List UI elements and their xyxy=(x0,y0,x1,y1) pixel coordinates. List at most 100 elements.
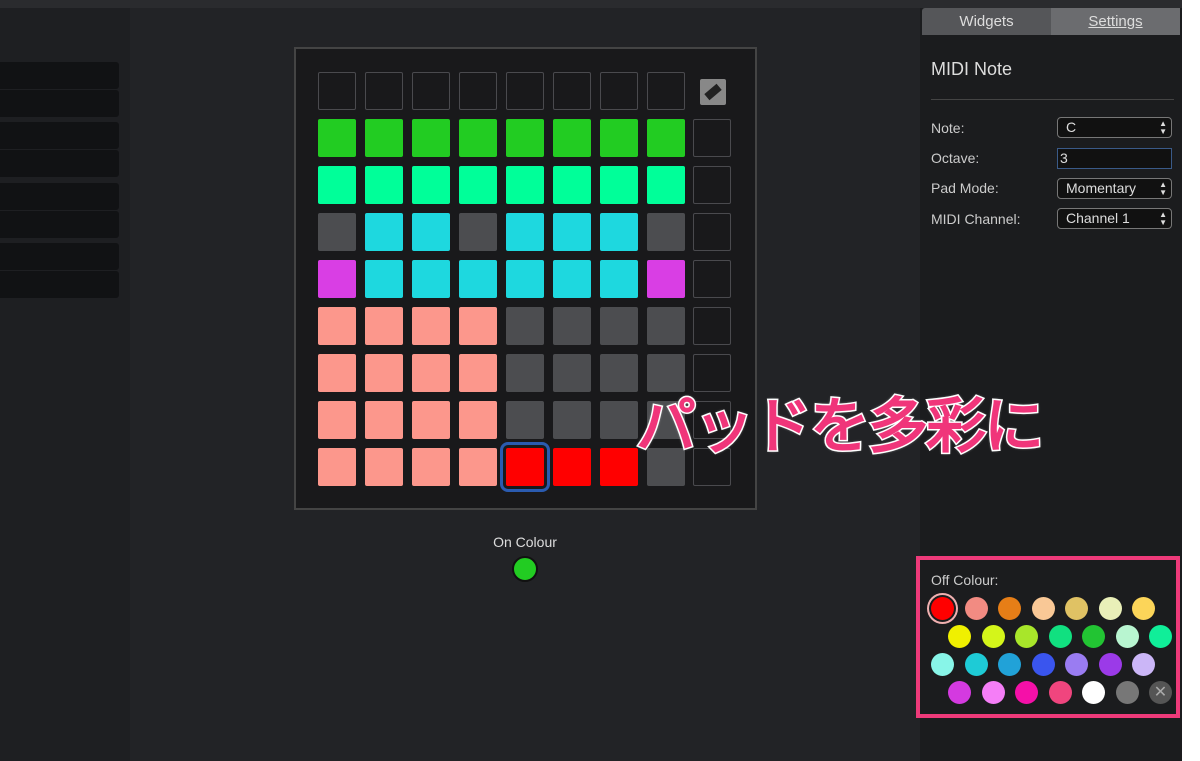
colour-swatch[interactable] xyxy=(1149,625,1172,648)
pad[interactable] xyxy=(412,213,450,251)
left-list-item[interactable] xyxy=(0,62,119,89)
pad[interactable] xyxy=(553,213,591,251)
side-button[interactable] xyxy=(693,307,731,345)
pad[interactable] xyxy=(600,72,638,110)
pad[interactable] xyxy=(506,354,544,392)
pad[interactable] xyxy=(553,119,591,157)
pad[interactable] xyxy=(506,213,544,251)
pad[interactable] xyxy=(365,119,403,157)
colour-swatch[interactable] xyxy=(1031,653,1055,676)
pad[interactable] xyxy=(553,72,591,110)
pad[interactable] xyxy=(412,72,450,110)
left-list-item[interactable] xyxy=(0,150,119,177)
pad[interactable] xyxy=(318,72,356,110)
colour-swatch[interactable] xyxy=(1132,653,1155,676)
side-button[interactable] xyxy=(693,213,731,251)
pad[interactable] xyxy=(553,401,591,439)
pad[interactable] xyxy=(600,354,638,392)
pad[interactable] xyxy=(459,213,497,251)
pad[interactable] xyxy=(459,72,497,110)
no-colour-icon[interactable]: ✕ xyxy=(1149,681,1172,704)
colour-swatch[interactable] xyxy=(1031,597,1055,620)
colour-swatch[interactable] xyxy=(981,681,1005,704)
pad[interactable] xyxy=(412,260,450,298)
pad-mode-select[interactable]: Momentary ▲ ▼ xyxy=(1057,178,1172,199)
pad[interactable] xyxy=(318,354,356,392)
pad[interactable] xyxy=(600,166,638,204)
pad[interactable] xyxy=(318,448,356,486)
colour-swatch[interactable] xyxy=(998,597,1021,620)
pad[interactable] xyxy=(459,448,497,486)
left-list-item[interactable] xyxy=(0,122,119,149)
note-select[interactable]: C ▲ ▼ xyxy=(1057,117,1172,138)
colour-swatch[interactable] xyxy=(1015,681,1038,704)
pad[interactable] xyxy=(647,213,685,251)
pad[interactable] xyxy=(318,213,356,251)
pad[interactable] xyxy=(459,401,497,439)
pad[interactable] xyxy=(459,307,497,345)
pad[interactable] xyxy=(318,166,356,204)
pad[interactable] xyxy=(459,166,497,204)
pad[interactable] xyxy=(647,119,685,157)
pad[interactable] xyxy=(647,307,685,345)
pad[interactable] xyxy=(459,354,497,392)
colour-swatch[interactable] xyxy=(1098,597,1122,620)
colour-swatch[interactable] xyxy=(964,597,988,620)
left-list-item[interactable] xyxy=(0,183,119,210)
pad[interactable] xyxy=(500,442,550,492)
pad[interactable] xyxy=(412,354,450,392)
colour-swatch[interactable] xyxy=(1048,681,1072,704)
pad[interactable] xyxy=(365,260,403,298)
colour-swatch[interactable] xyxy=(998,653,1021,676)
left-list-item[interactable] xyxy=(0,211,119,238)
pad[interactable] xyxy=(412,119,450,157)
colour-swatch[interactable] xyxy=(1098,653,1122,676)
pad[interactable] xyxy=(412,166,450,204)
side-button[interactable] xyxy=(693,260,731,298)
pad[interactable] xyxy=(553,166,591,204)
tab-settings[interactable]: Settings xyxy=(1051,8,1180,35)
pad[interactable] xyxy=(365,307,403,345)
pad[interactable] xyxy=(459,260,497,298)
pad[interactable] xyxy=(365,448,403,486)
colour-swatch[interactable] xyxy=(1065,597,1088,620)
pad[interactable] xyxy=(506,72,544,110)
pad[interactable] xyxy=(553,307,591,345)
octave-input[interactable]: 3 xyxy=(1057,148,1172,169)
on-colour-swatch[interactable] xyxy=(512,556,538,582)
left-list-item[interactable] xyxy=(0,90,119,117)
pad[interactable] xyxy=(600,260,638,298)
pad[interactable] xyxy=(412,401,450,439)
colour-swatch[interactable] xyxy=(1065,653,1088,676)
pad[interactable] xyxy=(412,307,450,345)
colour-swatch[interactable] xyxy=(1082,625,1105,648)
pad[interactable] xyxy=(412,448,450,486)
pad[interactable] xyxy=(318,307,356,345)
pad[interactable] xyxy=(365,166,403,204)
pad[interactable] xyxy=(600,119,638,157)
colour-swatch[interactable] xyxy=(964,653,988,676)
novation-logo-icon[interactable] xyxy=(700,79,726,105)
pad[interactable] xyxy=(318,119,356,157)
colour-swatch[interactable] xyxy=(948,681,971,704)
pad[interactable] xyxy=(600,448,638,486)
pad[interactable] xyxy=(365,213,403,251)
pad[interactable] xyxy=(600,213,638,251)
pad[interactable] xyxy=(553,448,591,486)
colour-swatch[interactable] xyxy=(931,597,954,620)
colour-swatch[interactable] xyxy=(931,653,954,676)
pad[interactable] xyxy=(506,307,544,345)
pad[interactable] xyxy=(365,72,403,110)
pad[interactable] xyxy=(553,354,591,392)
pad[interactable] xyxy=(365,354,403,392)
side-button[interactable] xyxy=(693,119,731,157)
pad[interactable] xyxy=(647,166,685,204)
pad[interactable] xyxy=(600,401,638,439)
colour-swatch[interactable] xyxy=(948,625,971,648)
pad[interactable] xyxy=(506,401,544,439)
pad[interactable] xyxy=(647,72,685,110)
pad[interactable] xyxy=(365,401,403,439)
pad[interactable] xyxy=(506,119,544,157)
left-list-item[interactable] xyxy=(0,243,119,270)
colour-swatch[interactable] xyxy=(1015,625,1038,648)
